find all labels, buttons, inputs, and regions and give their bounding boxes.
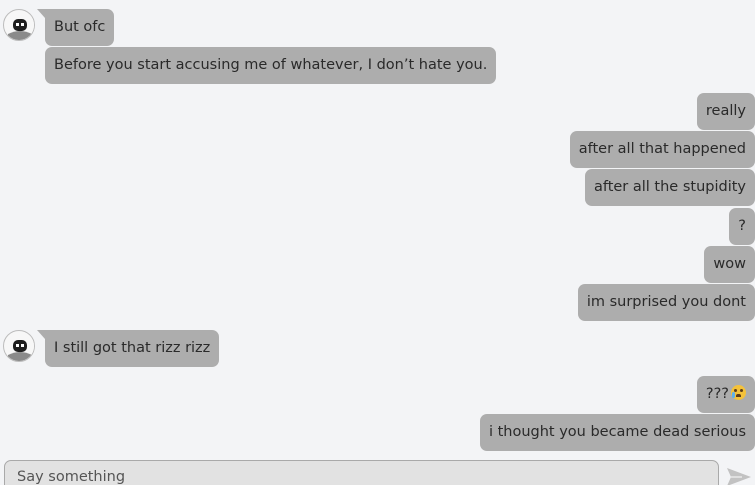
- message-outgoing: really: [696, 93, 755, 130]
- message-incoming: Before you start accusing me of whatever…: [45, 47, 497, 84]
- message-outgoing: after all that happened: [569, 131, 755, 168]
- send-arrow-icon[interactable]: [726, 466, 752, 485]
- message-incoming: I still got that rizz rizz: [36, 330, 220, 367]
- message-outgoing: im surprised you dont: [577, 284, 755, 321]
- chat-window: But ofc Before you start accusing me of …: [0, 0, 755, 485]
- avatar-icon[interactable]: [3, 330, 35, 362]
- message-outgoing: after all the stupidity: [584, 169, 755, 206]
- message-text: ???: [705, 386, 729, 402]
- message-outgoing: i thought you became dead serious: [479, 414, 755, 451]
- message-outgoing: ???: [696, 376, 755, 413]
- avatar-icon[interactable]: [3, 9, 35, 41]
- message-incoming: But ofc: [36, 9, 115, 46]
- message-outgoing: ?: [729, 208, 755, 245]
- message-input[interactable]: [4, 460, 719, 485]
- loudly-crying-face-icon: [731, 385, 746, 400]
- message-outgoing: wow: [704, 246, 755, 283]
